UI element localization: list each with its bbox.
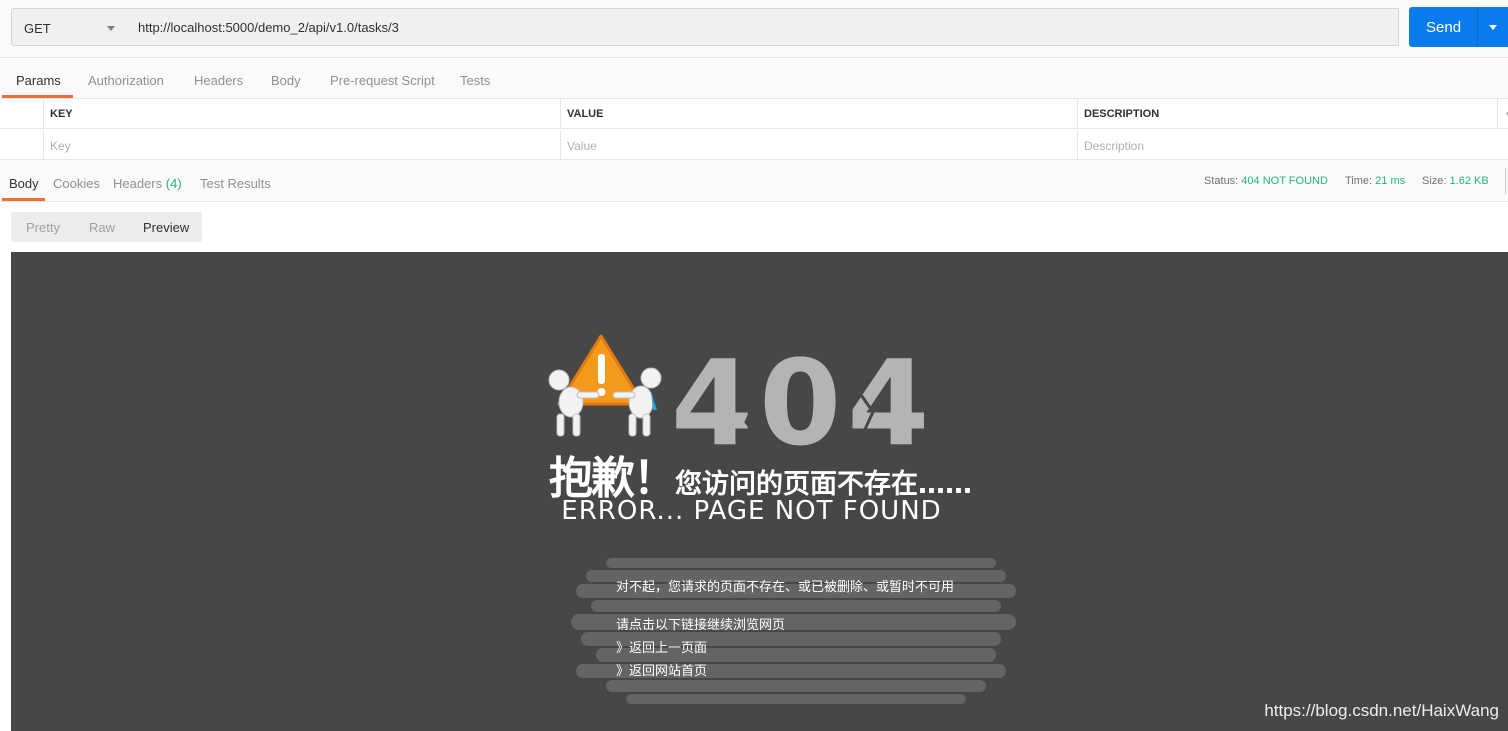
params-header-row: KEY VALUE DESCRIPTION ▾ (0, 99, 1508, 129)
link-home[interactable]: 》返回网站首页 (616, 660, 707, 679)
message-unavailable: 对不起，您请求的页面不存在、或已被删除、或暂时不可用 (616, 580, 955, 595)
column-options-icon[interactable]: ▾ (1497, 99, 1508, 129)
view-mode-bar: Pretty Raw Preview (11, 212, 202, 242)
send-label: Send (1426, 19, 1462, 36)
watermark: https://blog.csdn.net/HaixWang (1264, 701, 1499, 720)
response-divider (1505, 168, 1506, 194)
headers-count-badge: (4) (165, 176, 182, 191)
method-label: GET (24, 21, 51, 36)
tab-pre-request-script[interactable]: Pre-request Script (330, 73, 435, 88)
column-header-description: DESCRIPTION (1077, 99, 1497, 129)
row-checkbox-header (0, 99, 43, 129)
params-input-row: Key Value Description (0, 130, 1508, 160)
status-label: Status: (1204, 175, 1239, 187)
url-input[interactable]: http://localhost:5000/demo_2/api/v1.0/ta… (127, 8, 1399, 46)
tab-cookies[interactable]: Cookies (53, 176, 100, 191)
send-divider (1477, 7, 1478, 47)
send-options-chevron-icon[interactable] (1489, 25, 1497, 30)
tab-test-results[interactable]: Test Results (200, 176, 271, 191)
view-pretty-button[interactable]: Pretty (26, 220, 60, 235)
size-label: Size: (1422, 175, 1447, 187)
link-back[interactable]: 》返回上一页面 (616, 637, 707, 656)
method-select[interactable]: GET (11, 8, 128, 46)
error-title: ERROR... PAGE NOT FOUND (561, 496, 942, 526)
response-tabs: Body Cookies Headers (4) Test Results St… (0, 160, 1508, 202)
request-tabs: Params Authorization Headers Body Pre-re… (0, 58, 1508, 99)
size-value: 1.62 KB (1449, 175, 1489, 187)
key-input[interactable]: Key (43, 130, 560, 160)
request-url-bar: GET http://localhost:5000/demo_2/api/v1.… (0, 0, 1508, 58)
params-table: KEY VALUE DESCRIPTION ▾ Key Value Descri… (0, 99, 1508, 160)
message-continue: 请点击以下链接继续浏览网页 (616, 618, 786, 633)
time-label: Time: (1345, 175, 1373, 187)
tab-authorization[interactable]: Authorization (88, 73, 164, 88)
view-raw-button[interactable]: Raw (89, 220, 115, 235)
tab-params[interactable]: Params (16, 73, 61, 88)
active-tab-indicator (2, 95, 73, 98)
response-preview: 404 抱歉！您访问的页面不存在…… ERROR... PAGE NOT FOU… (11, 252, 1508, 731)
value-input[interactable]: Value (560, 130, 1077, 160)
time-readout: Time: 21 ms (1345, 175, 1405, 187)
chevron-down-icon (107, 26, 115, 31)
size-readout: Size: 1.62 KB (1422, 175, 1489, 187)
tab-response-body[interactable]: Body (9, 176, 39, 191)
description-input[interactable]: Description (1077, 130, 1508, 160)
column-header-value: VALUE (560, 99, 1077, 129)
tab-response-headers-label: Headers (113, 176, 163, 191)
time-value: 21 ms (1375, 175, 1406, 187)
send-button[interactable]: Send (1409, 7, 1508, 47)
tab-headers[interactable]: Headers (194, 73, 243, 88)
view-preview-button[interactable]: Preview (143, 220, 189, 235)
tab-body[interactable]: Body (271, 73, 301, 88)
status-value: 404 NOT FOUND (1241, 175, 1328, 187)
tab-tests[interactable]: Tests (460, 73, 490, 88)
row-checkbox[interactable] (0, 130, 43, 160)
column-header-key: KEY (43, 99, 560, 129)
status-readout: Status: 404 NOT FOUND (1204, 175, 1328, 187)
active-response-tab-indicator (2, 198, 45, 201)
tab-response-headers[interactable]: Headers (4) (113, 176, 182, 191)
